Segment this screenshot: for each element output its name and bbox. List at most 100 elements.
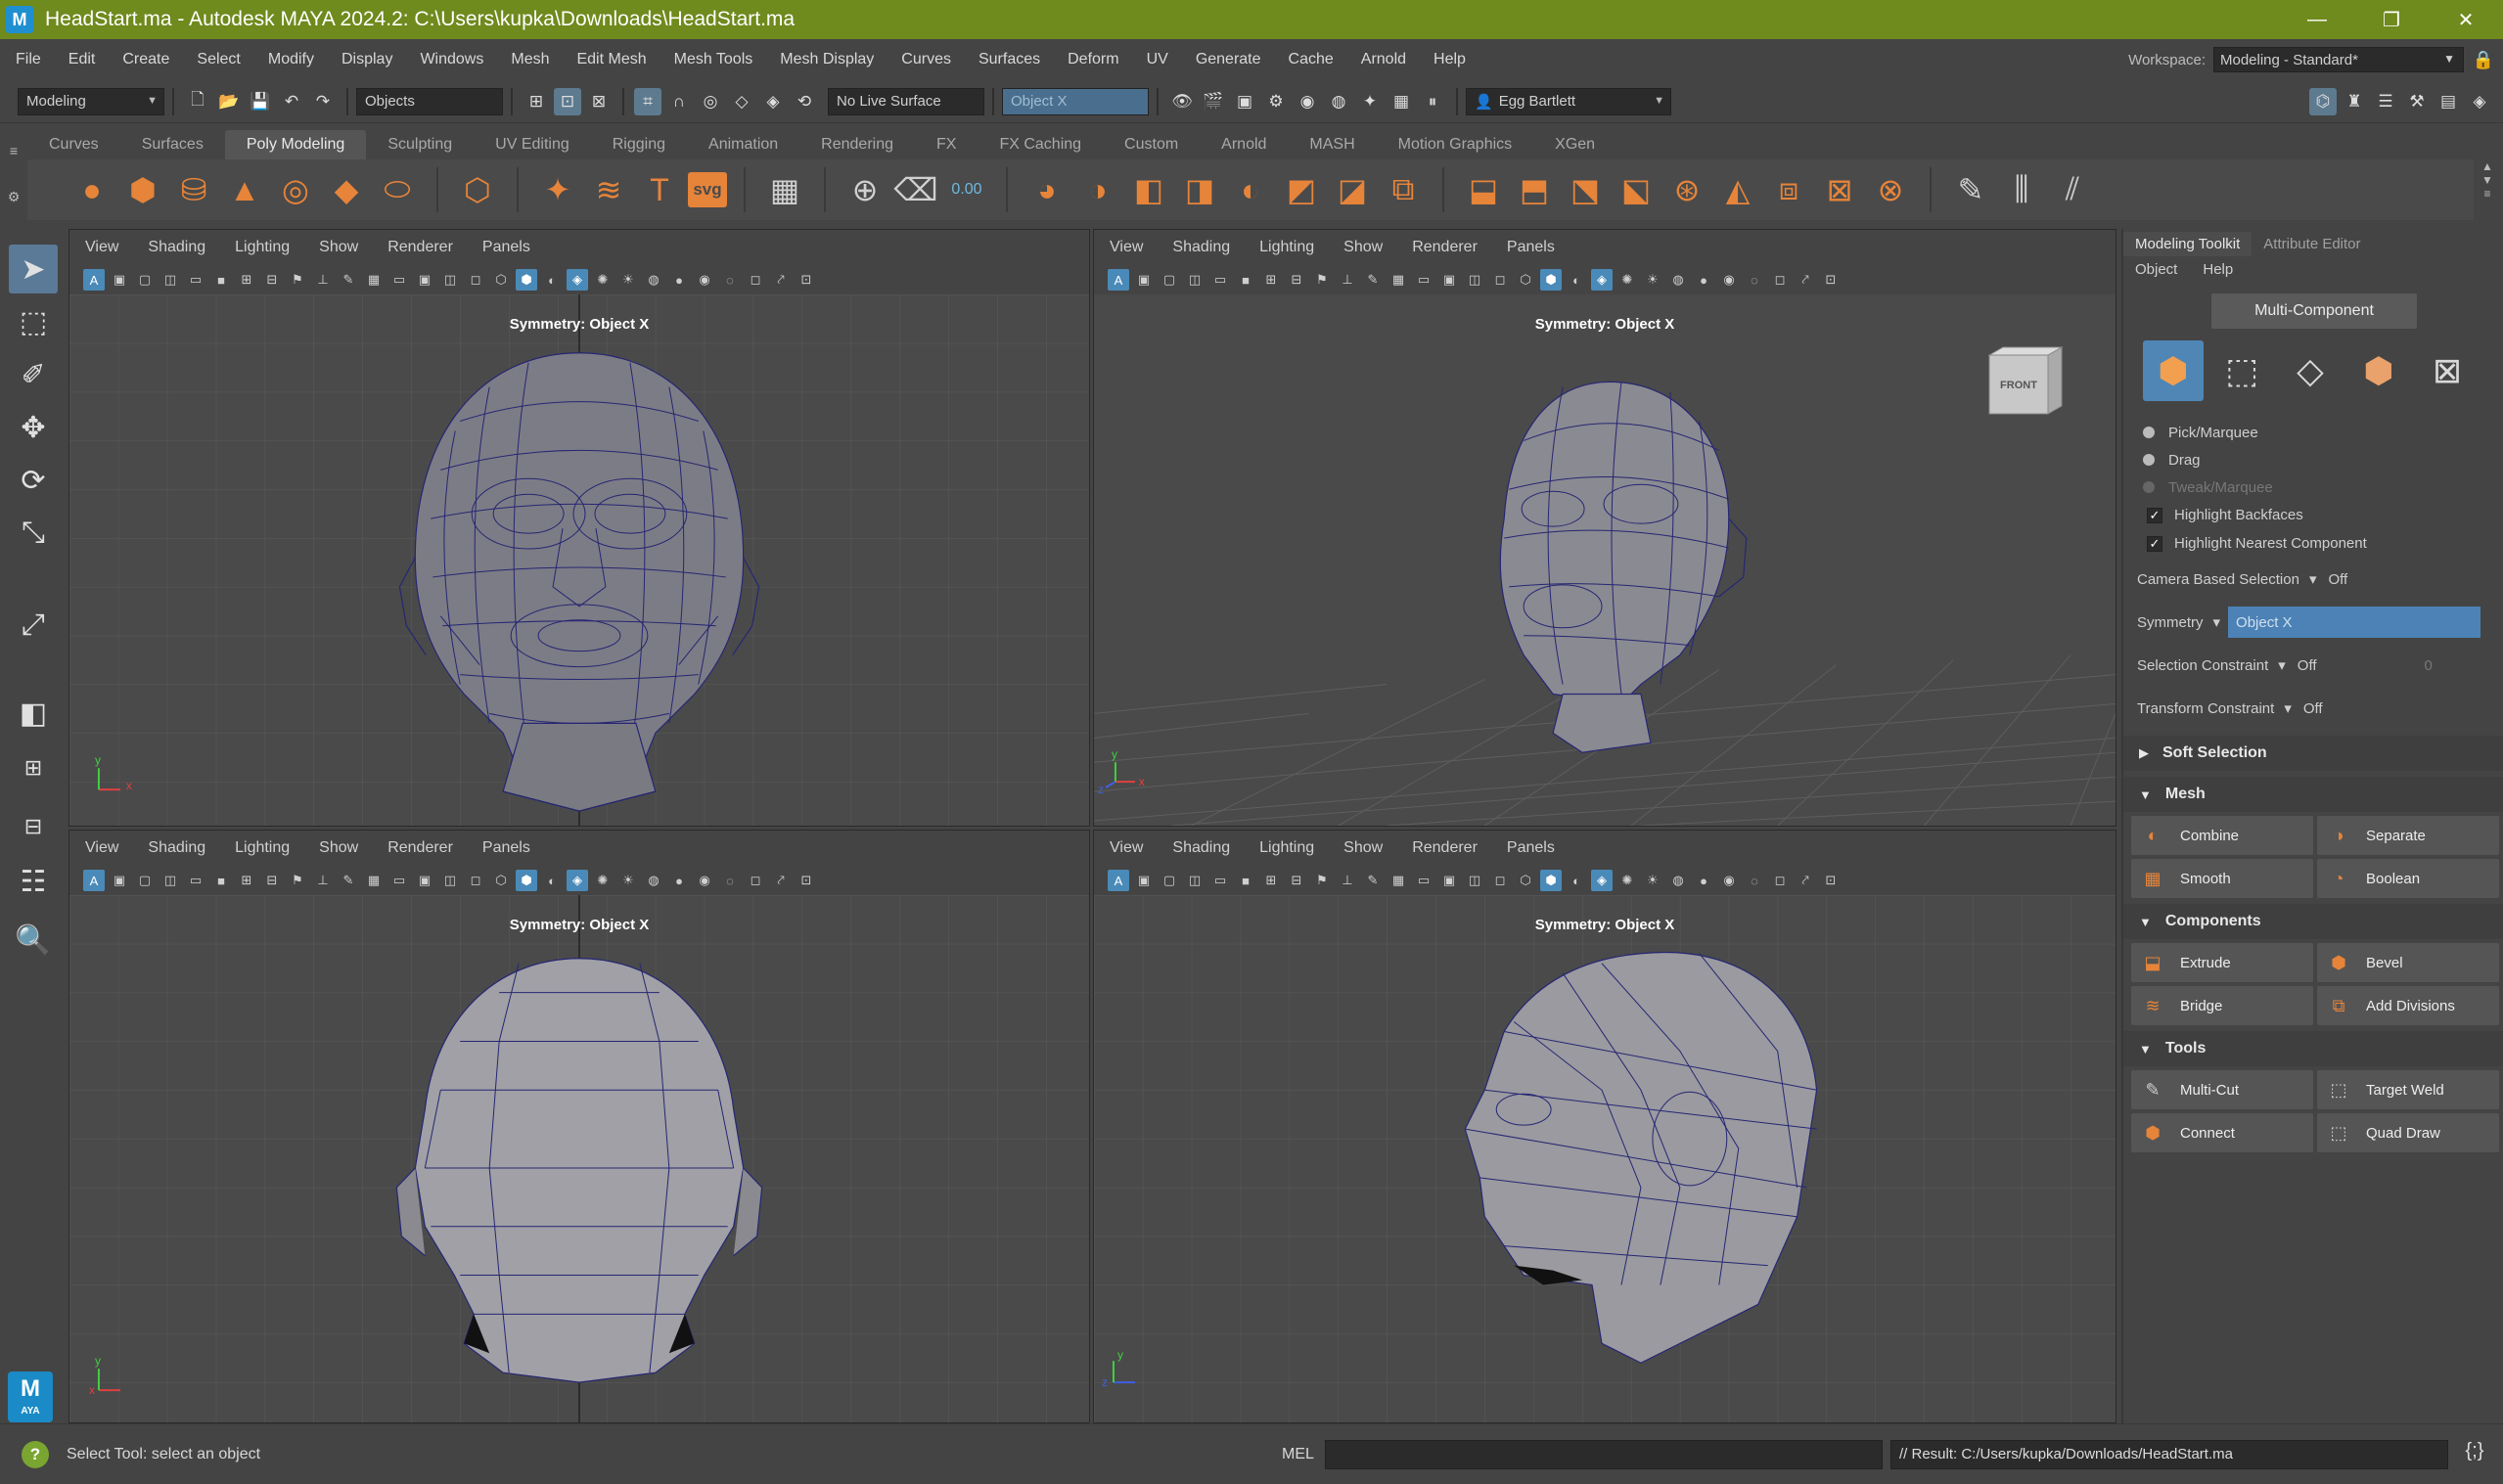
ipr-render-icon[interactable]: ▣ bbox=[1231, 88, 1258, 115]
grid-icon[interactable]: ▦ bbox=[1388, 870, 1409, 891]
camera-icon[interactable]: ■ bbox=[1235, 269, 1256, 291]
vertex-mode-icon[interactable]: ⬚ bbox=[2211, 340, 2272, 401]
tab-modeling-toolkit[interactable]: Modeling Toolkit bbox=[2123, 232, 2253, 256]
menu-mesh-tools[interactable]: Mesh Tools bbox=[660, 51, 767, 68]
selection-mask-dropdown[interactable]: Objects bbox=[356, 87, 503, 115]
viewport-canvas[interactable]: x y bbox=[69, 294, 1089, 826]
freeze-transforms-icon[interactable]: 0.00 bbox=[944, 167, 989, 212]
arnold-ipr-icon[interactable]: ✦ bbox=[1356, 88, 1384, 115]
multi-cut-button[interactable]: ✎ Multi-Cut bbox=[2131, 1070, 2313, 1109]
textured-icon[interactable]: ◈ bbox=[567, 269, 588, 291]
pan-zoom-icon[interactable]: ⊥ bbox=[312, 269, 334, 291]
poly-plane-icon[interactable]: ◆ bbox=[324, 167, 369, 212]
live-surface-field[interactable]: No Live Surface bbox=[828, 87, 984, 115]
vp-menu-renderer[interactable]: Renderer bbox=[1412, 239, 1478, 256]
edge-mode-icon[interactable]: ◇ bbox=[2280, 340, 2341, 401]
safe-title-icon[interactable]: ◻ bbox=[465, 870, 486, 891]
section-mesh[interactable]: ▼ Mesh bbox=[2123, 777, 2503, 812]
wireframe-icon[interactable]: ⬡ bbox=[490, 269, 512, 291]
smooth-shade-icon[interactable]: ⬢ bbox=[516, 870, 537, 891]
shelf-tab-sculpting[interactable]: Sculpting bbox=[366, 130, 474, 159]
field-chart-icon[interactable]: ◫ bbox=[1464, 269, 1485, 291]
menu-mesh-display[interactable]: Mesh Display bbox=[766, 51, 887, 68]
vp-menu-renderer[interactable]: Renderer bbox=[387, 239, 453, 256]
last-tool-icon[interactable]: ⤢ bbox=[9, 601, 58, 650]
radio-drag[interactable]: Drag bbox=[2123, 446, 2503, 473]
hypershade-icon[interactable]: ◉ bbox=[1294, 88, 1321, 115]
vp-menu-lighting[interactable]: Lighting bbox=[1259, 239, 1314, 256]
center-pivot-icon[interactable]: ⊕ bbox=[842, 167, 887, 212]
minimize-button[interactable]: — bbox=[2280, 0, 2354, 39]
bookmark-icon[interactable]: ▣ bbox=[1133, 269, 1155, 291]
wedge-icon[interactable]: ⊛ bbox=[1664, 167, 1709, 212]
quad-draw-button[interactable]: ⬚ Quad Draw bbox=[2317, 1113, 2499, 1152]
textured-icon[interactable]: ◈ bbox=[567, 870, 588, 891]
use-all-lights-icon[interactable]: ✺ bbox=[592, 870, 614, 891]
shelf-tab-animation[interactable]: Animation bbox=[687, 130, 799, 159]
film-icon[interactable]: ▭ bbox=[185, 269, 206, 291]
camera-attributes-icon[interactable]: A bbox=[83, 870, 105, 891]
help-icon[interactable]: ? bbox=[22, 1440, 49, 1468]
uv-mode-icon[interactable]: ⊠ bbox=[2417, 340, 2478, 401]
menu-generate[interactable]: Generate bbox=[1182, 51, 1275, 68]
hud-icon[interactable]: ◻ bbox=[1769, 269, 1791, 291]
vp-menu-renderer[interactable]: Renderer bbox=[387, 839, 453, 857]
extrude-icon[interactable]: ⬓ bbox=[1461, 167, 1506, 212]
vp-menu-panels[interactable]: Panels bbox=[1507, 839, 1555, 857]
viewport-side[interactable]: View Shading Lighting Show Renderer Pane… bbox=[1093, 830, 2116, 1423]
shelf-tab-custom[interactable]: Custom bbox=[1103, 130, 1200, 159]
panel-layout-icon[interactable]: ⊡ bbox=[796, 269, 817, 291]
save-scene-icon[interactable]: 💾 bbox=[247, 88, 274, 115]
snap-view-plane-icon[interactable]: ◇ bbox=[728, 88, 755, 115]
poly-cylinder-icon[interactable]: ⛁ bbox=[171, 167, 216, 212]
new-scene-icon[interactable]: 🗋 bbox=[184, 88, 211, 115]
bookmark-icon[interactable]: ▣ bbox=[109, 269, 130, 291]
grease-pencil-icon[interactable]: ✎ bbox=[1362, 870, 1384, 891]
vp-menu-panels[interactable]: Panels bbox=[482, 839, 530, 857]
object-mode-icon[interactable]: ⬢ bbox=[2143, 340, 2204, 401]
select-by-component-icon[interactable]: ⊠ bbox=[585, 88, 613, 115]
shadows-icon[interactable]: ☀ bbox=[617, 870, 639, 891]
outliner-icon[interactable]: ☷ bbox=[9, 857, 58, 906]
delete-history-icon[interactable]: ⌫ bbox=[893, 167, 938, 212]
select-by-object-icon[interactable]: ⊡ bbox=[554, 87, 581, 115]
pan-zoom-icon[interactable]: ⊥ bbox=[1337, 870, 1358, 891]
viewport-canvas[interactable]: x y z bbox=[1094, 294, 2116, 826]
hud-icon[interactable]: ◻ bbox=[1769, 870, 1791, 891]
poke-icon[interactable]: ◭ bbox=[1715, 167, 1760, 212]
shelf-tab-rendering[interactable]: Rendering bbox=[799, 130, 915, 159]
xray-icon[interactable]: ● bbox=[668, 870, 690, 891]
shelf-tab-fx-caching[interactable]: FX Caching bbox=[978, 130, 1103, 159]
boolean-difference-icon[interactable]: ◩ bbox=[1279, 167, 1324, 212]
workspace-dropdown[interactable]: Modeling - Standard* ▼ bbox=[2213, 47, 2464, 72]
menu-arnold[interactable]: Arnold bbox=[1347, 51, 1420, 68]
vp-menu-renderer[interactable]: Renderer bbox=[1412, 839, 1478, 857]
vp-menu-show[interactable]: Show bbox=[1343, 239, 1383, 256]
target-weld-button[interactable]: ⬚ Target Weld bbox=[2317, 1070, 2499, 1109]
boolean-union-icon[interactable]: ◐ bbox=[1228, 167, 1273, 212]
smooth-shade-icon[interactable]: ⬢ bbox=[1540, 269, 1562, 291]
shelf-tab-xgen[interactable]: XGen bbox=[1533, 130, 1616, 159]
section-tools[interactable]: ▼ Tools bbox=[2123, 1031, 2503, 1066]
wireframe-on-shaded-icon[interactable]: ◐ bbox=[1566, 870, 1587, 891]
select-camera-icon[interactable]: ⤤ bbox=[1795, 870, 1816, 891]
menu-create[interactable]: Create bbox=[109, 51, 183, 68]
grid-icon[interactable]: ▦ bbox=[363, 269, 385, 291]
poly-svg-icon[interactable]: svg bbox=[688, 172, 727, 207]
bookmark-icon[interactable]: ▣ bbox=[1133, 870, 1155, 891]
safe-title-icon[interactable]: ◻ bbox=[1489, 269, 1511, 291]
xray-joints-icon[interactable]: ◉ bbox=[1718, 870, 1740, 891]
pan-zoom-icon[interactable]: ⊥ bbox=[1337, 269, 1358, 291]
wireframe-on-shaded-icon[interactable]: ◐ bbox=[541, 870, 563, 891]
pause-icon[interactable]: ⏸ bbox=[1419, 88, 1446, 115]
merge-icon[interactable]: ⊗ bbox=[1868, 167, 1913, 212]
viewport-front[interactable]: View Shading Lighting Show Renderer Pane… bbox=[68, 229, 1090, 827]
vp-menu-shading[interactable]: Shading bbox=[1172, 839, 1230, 857]
resolution-gate-icon[interactable]: ⊟ bbox=[1286, 269, 1307, 291]
viewport-back[interactable]: View Shading Lighting Show Renderer Pane… bbox=[68, 830, 1090, 1423]
safe-action-icon[interactable]: ▣ bbox=[414, 269, 435, 291]
isolate-select-icon[interactable]: ◌ bbox=[719, 870, 741, 891]
viewport-canvas[interactable]: z y bbox=[1094, 895, 2116, 1422]
connect-button[interactable]: ⬢ Connect bbox=[2131, 1113, 2313, 1152]
film-icon[interactable]: ▭ bbox=[1209, 870, 1231, 891]
